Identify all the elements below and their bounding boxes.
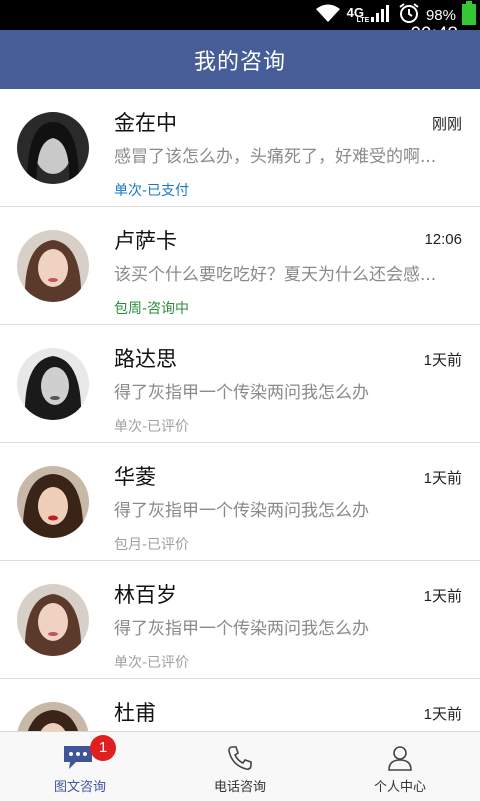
- unread-badge: 1: [90, 735, 116, 761]
- phone-icon: [226, 744, 254, 776]
- message-preview: 得了灰指甲一个传染两问我怎么办: [114, 619, 369, 639]
- contact-name: 金在中: [114, 111, 177, 135]
- page-title: 我的咨询: [193, 49, 286, 75]
- status-badge: 包月-已评价: [114, 537, 190, 553]
- wifi-icon: [315, 3, 341, 27]
- avatar: [17, 348, 89, 420]
- consultation-item[interactable]: 金在中 刚刚 感冒了该怎么办，头痛死了，好难受的啊... 单次-已支付: [0, 89, 480, 207]
- avatar: [17, 112, 89, 184]
- status-bar: 4G LTE 98% 09:48: [0, 0, 480, 45]
- status-badge: 单次-已支付: [114, 183, 190, 199]
- tab-label: 个人中心: [373, 780, 426, 795]
- message-preview: 感冒了该怎么办，头痛死了，好难受的啊...: [114, 147, 437, 167]
- avatar: [17, 702, 89, 731]
- timestamp: 1天前: [423, 588, 462, 605]
- consultation-item[interactable]: 华菱 1天前 得了灰指甲一个传染两问我怎么办 包月-已评价: [0, 443, 480, 561]
- timestamp: 1天前: [423, 706, 462, 723]
- consultation-list[interactable]: 金在中 刚刚 感冒了该怎么办，头痛死了，好难受的啊... 单次-已支付 卢萨卡 …: [0, 89, 480, 731]
- avatar: [17, 466, 89, 538]
- message-preview: 得了灰指甲一个传染两问我怎么办: [114, 501, 369, 521]
- header-bar: 我的咨询: [0, 30, 480, 89]
- tab-personal-center[interactable]: 个人中心: [320, 732, 480, 801]
- signal-icon: [370, 3, 392, 27]
- person-icon: [386, 744, 414, 776]
- tab-label: 图文咨询: [53, 780, 106, 795]
- contact-name: 卢萨卡: [114, 229, 177, 253]
- consultation-item[interactable]: 杜甫 1天前: [0, 679, 480, 731]
- status-badge: 包周-咨询中: [114, 301, 190, 317]
- avatar: [17, 230, 89, 302]
- timestamp: 1天前: [423, 352, 462, 369]
- timestamp: 12:06: [424, 231, 462, 248]
- message-preview: 该买个什么要吃吃好？夏天为什么还会感...: [114, 265, 437, 285]
- timestamp: 1天前: [423, 470, 462, 487]
- battery-percent: 98%: [425, 6, 456, 24]
- contact-name: 林百岁: [114, 583, 177, 607]
- tab-phone-consult[interactable]: 电话咨询: [160, 732, 320, 801]
- contact-name: 华菱: [114, 465, 156, 489]
- network-subtype: LTE: [356, 16, 370, 24]
- contact-name: 路达思: [114, 347, 177, 371]
- status-badge: 单次-已评价: [114, 655, 190, 671]
- message-preview: 得了灰指甲一个传染两问我怎么办: [114, 383, 369, 403]
- contact-name: 杜甫: [114, 701, 156, 725]
- avatar: [17, 584, 89, 656]
- network-type: 4G LTE: [346, 4, 370, 24]
- consultation-item[interactable]: 林百岁 1天前 得了灰指甲一个传染两问我怎么办 单次-已评价: [0, 561, 480, 679]
- bottom-nav: 1 图文咨询 电话咨询 个人中心: [0, 731, 480, 801]
- battery-icon: [462, 1, 476, 29]
- status-badge: 单次-已评价: [114, 419, 190, 435]
- tab-label: 电话咨询: [213, 780, 266, 795]
- tab-text-consult[interactable]: 1 图文咨询: [0, 732, 160, 801]
- timestamp: 刚刚: [431, 116, 462, 133]
- consultation-item[interactable]: 卢萨卡 12:06 该买个什么要吃吃好？夏天为什么还会感... 包周-咨询中: [0, 207, 480, 325]
- consultation-item[interactable]: 路达思 1天前 得了灰指甲一个传染两问我怎么办 单次-已评价: [0, 325, 480, 443]
